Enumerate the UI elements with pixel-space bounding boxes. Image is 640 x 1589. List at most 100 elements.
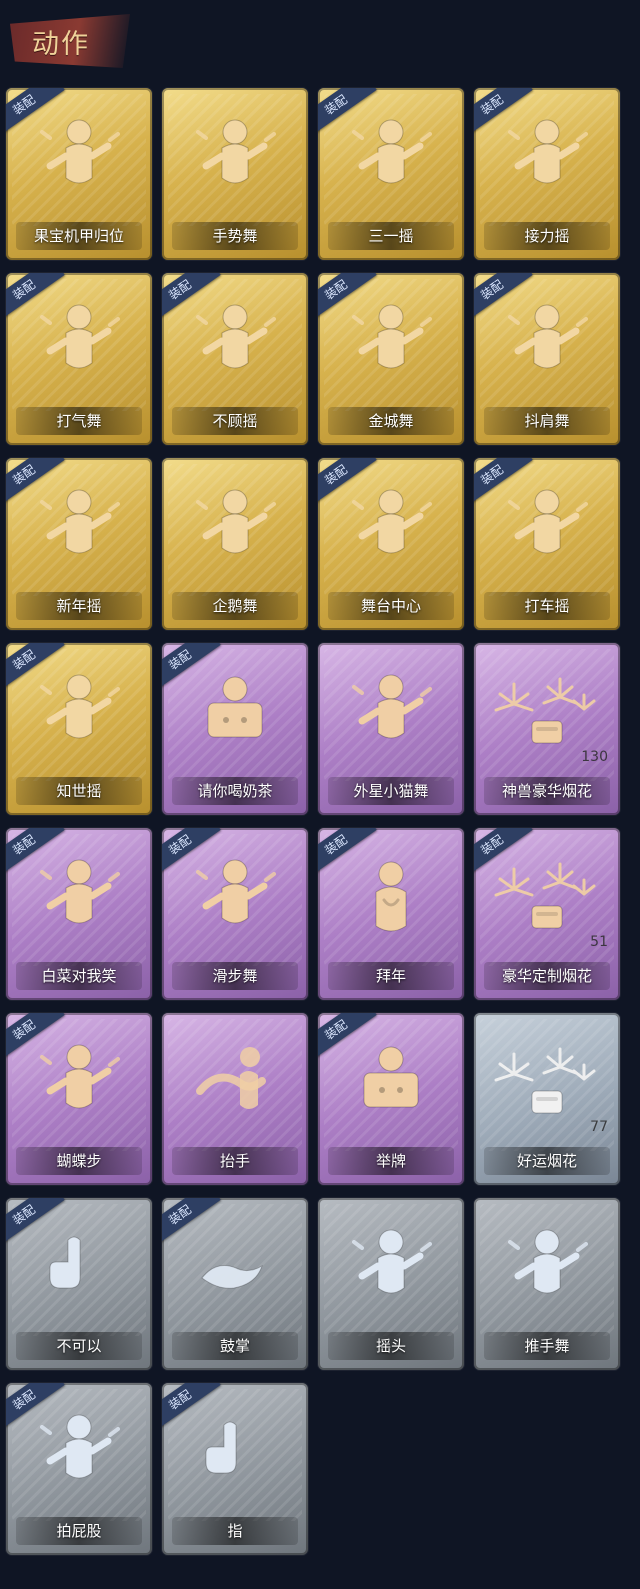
emote-icon — [474, 484, 620, 586]
emote-card[interactable]: 装配 蝴蝶步 — [6, 1013, 152, 1185]
emote-label: 打气舞 — [56, 412, 102, 430]
emote-card[interactable]: 装配 拜年 — [318, 828, 464, 1000]
emote-card[interactable]: 装配 请你喝奶茶 — [162, 643, 308, 815]
emote-label: 不顾摇 — [212, 412, 258, 430]
emote-label: 抖肩舞 — [524, 412, 570, 430]
emote-card[interactable]: 装配 举牌 — [318, 1013, 464, 1185]
emote-icon — [318, 1039, 464, 1141]
emote-icon — [162, 669, 308, 771]
emote-icon — [162, 1039, 308, 1141]
emote-icon — [474, 1224, 620, 1326]
emote-icon — [162, 1409, 308, 1511]
emote-label: 不可以 — [56, 1337, 102, 1355]
dance-figure-icon — [40, 304, 120, 369]
dance-figure-icon — [352, 119, 432, 184]
dance-figure-icon — [508, 489, 588, 554]
emote-card[interactable]: 装配 果宝机甲归位 — [6, 88, 152, 260]
emote-label: 金城舞 — [368, 412, 414, 430]
emote-label: 蝴蝶步 — [56, 1152, 102, 1170]
emote-icon — [162, 1224, 308, 1326]
emote-card[interactable]: 装配 滑步舞 — [162, 828, 308, 1000]
dance-figure-icon — [352, 674, 432, 739]
emote-icon — [162, 854, 308, 956]
emote-icon — [162, 299, 308, 401]
emote-card[interactable]: 外星小猫舞 — [318, 643, 464, 815]
emote-card[interactable]: 装配 舞台中心 — [318, 458, 464, 630]
emote-card[interactable]: 装配 鼓掌 — [162, 1198, 308, 1370]
dance-figure-icon — [196, 859, 276, 924]
emote-label: 外星小猫舞 — [353, 782, 429, 800]
emote-label: 抬手 — [219, 1152, 250, 1170]
emote-icon — [6, 484, 152, 586]
dance-figure-icon — [40, 1044, 120, 1109]
emote-label: 拍屁股 — [56, 1522, 102, 1540]
dance-figure-icon — [40, 859, 120, 924]
emote-card[interactable]: 企鹅舞 — [162, 458, 308, 630]
emote-label: 打车摇 — [524, 597, 570, 615]
emote-card[interactable]: 装配 接力摇 — [474, 88, 620, 260]
emote-icon — [318, 854, 464, 956]
emote-label: 新年摇 — [56, 597, 102, 615]
dance-figure-icon — [196, 119, 276, 184]
emote-label: 推手舞 — [524, 1337, 570, 1355]
emote-card[interactable]: 抬手 — [162, 1013, 308, 1185]
item-count: 77 — [590, 1119, 608, 1135]
emote-card[interactable]: 装配 打气舞 — [6, 273, 152, 445]
pointing-hand-icon — [205, 1421, 237, 1474]
emote-label: 指 — [227, 1522, 243, 1540]
emote-label: 果宝机甲归位 — [33, 227, 124, 245]
emote-card[interactable]: 装配 指 — [162, 1383, 308, 1555]
emote-icon — [474, 114, 620, 216]
dance-figure-icon — [352, 304, 432, 369]
emote-card[interactable]: 推手舞 — [474, 1198, 620, 1370]
emote-card[interactable]: 装配 三一摇 — [318, 88, 464, 260]
emote-card[interactable]: 77 好运烟花 — [474, 1013, 620, 1185]
emote-label: 请你喝奶茶 — [197, 782, 273, 800]
emote-label: 拜年 — [375, 967, 406, 985]
emote-card[interactable]: 装配 金城舞 — [318, 273, 464, 445]
item-count: 130 — [581, 749, 608, 765]
emote-label: 白菜对我笑 — [41, 967, 117, 985]
emote-label: 鼓掌 — [219, 1337, 250, 1355]
emote-label: 滑步舞 — [212, 967, 258, 985]
emote-card[interactable]: 130 神兽豪华烟花 — [474, 643, 620, 815]
emote-card[interactable]: 装配 51 豪华定制烟花 — [474, 828, 620, 1000]
emote-icon — [318, 1224, 464, 1326]
dance-figure-icon — [352, 1229, 432, 1294]
hand-figure-icon — [196, 1047, 266, 1109]
emote-icon — [474, 299, 620, 401]
emote-icon — [6, 669, 152, 771]
emote-icon — [318, 114, 464, 216]
dance-figure-icon — [196, 304, 276, 369]
emote-label: 举牌 — [375, 1152, 406, 1170]
emote-card[interactable]: 装配 打车摇 — [474, 458, 620, 630]
dance-figure-icon — [196, 489, 276, 554]
emote-icon — [318, 669, 464, 771]
emote-icon — [162, 484, 308, 586]
emote-icon — [6, 1039, 152, 1141]
emote-label: 好运烟花 — [516, 1152, 577, 1170]
emote-card[interactable]: 装配 不可以 — [6, 1198, 152, 1370]
emote-card[interactable]: 装配 新年摇 — [6, 458, 152, 630]
clap-icon — [201, 1264, 263, 1289]
sign-figure-icon — [363, 1046, 419, 1108]
dance-figure-icon — [508, 1229, 588, 1294]
finger-icon — [49, 1236, 81, 1289]
sign-figure-icon — [207, 676, 263, 738]
emote-card[interactable]: 装配 不顾摇 — [162, 273, 308, 445]
emote-icon — [6, 299, 152, 401]
emote-label: 接力摇 — [524, 227, 570, 245]
dance-figure-icon — [508, 119, 588, 184]
section-title: 动作 — [32, 29, 90, 60]
emote-card[interactable]: 摇头 — [318, 1198, 464, 1370]
emote-card[interactable]: 装配 拍屁股 — [6, 1383, 152, 1555]
emote-card[interactable]: 装配 知世摇 — [6, 643, 152, 815]
bow-figure-icon — [375, 861, 407, 932]
item-count: 51 — [590, 934, 608, 950]
emote-card[interactable]: 手势舞 — [162, 88, 308, 260]
emote-card[interactable]: 装配 白菜对我笑 — [6, 828, 152, 1000]
emote-label: 知世摇 — [56, 782, 102, 800]
dance-figure-icon — [508, 304, 588, 369]
emote-label: 三一摇 — [368, 227, 414, 245]
emote-card[interactable]: 装配 抖肩舞 — [474, 273, 620, 445]
